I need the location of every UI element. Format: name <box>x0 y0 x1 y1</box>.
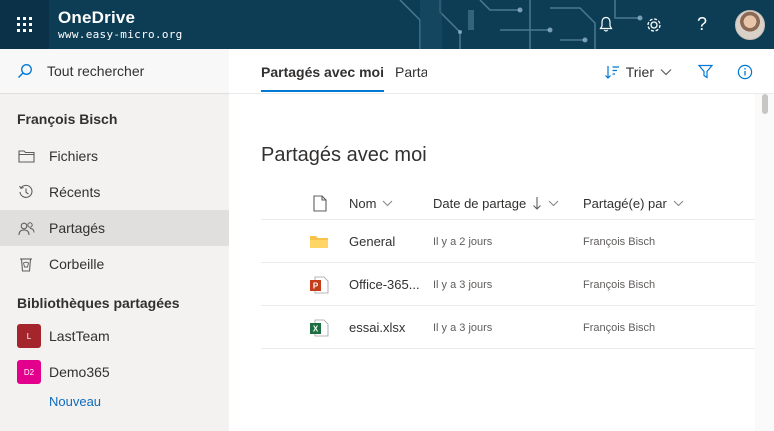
page-title: Partagés avec moi <box>261 144 427 166</box>
scrollbar-thumb[interactable] <box>762 94 768 114</box>
gear-icon <box>647 17 661 32</box>
top-icons: ? <box>582 0 774 49</box>
content-panel: Partagés avec moi Nom Date de partage Pa… <box>229 94 755 431</box>
info-icon <box>737 64 753 79</box>
sidebar-item-label: Partagés <box>49 220 106 236</box>
people-icon <box>17 221 34 235</box>
info-button[interactable] <box>734 64 756 80</box>
library-badge: D2 <box>17 360 41 384</box>
account-button[interactable] <box>726 0 774 49</box>
shared-date: Il y a 2 jours <box>433 235 493 248</box>
shared-by: François Bisch <box>583 321 656 334</box>
sidebar-item-recents[interactable]: Récents <box>0 174 229 210</box>
list-item[interactable]: P Office-365... Il y a 3 jours François … <box>261 263 755 306</box>
sort-label: Trier <box>625 63 654 80</box>
library-label: LastTeam <box>49 328 110 344</box>
new-library-link[interactable]: Nouveau <box>0 390 229 409</box>
help-button[interactable]: ? <box>678 0 726 49</box>
sort-icon <box>604 65 619 79</box>
document-icon <box>313 194 327 212</box>
help-icon: ? <box>696 14 707 34</box>
svg-text:P: P <box>313 282 319 291</box>
shared-date: Il y a 3 jours <box>433 278 493 291</box>
search-label: Tout rechercher <box>47 63 145 79</box>
chevron-down-icon <box>383 200 393 206</box>
folder-icon <box>17 150 35 163</box>
sidebar-item-partages[interactable]: Partagés <box>0 210 229 246</box>
file-name[interactable]: essai.xlsx <box>349 306 429 349</box>
sort-button[interactable]: Trier <box>604 64 672 80</box>
shared-by: François Bisch <box>583 235 656 248</box>
sidebar-item-corbeille[interactable]: Corbeille <box>0 246 229 282</box>
column-label: Nom <box>349 195 377 211</box>
top-bar: OneDrive www.easy-micro.org ? <box>0 0 774 49</box>
filter-button[interactable] <box>694 64 716 79</box>
library-demo365[interactable]: D2 Demo365 <box>0 354 229 390</box>
library-label: Demo365 <box>49 364 110 380</box>
file-type-column-header[interactable] <box>313 186 327 220</box>
list-item[interactable]: General Il y a 2 jours François Bisch <box>261 220 755 263</box>
chevron-down-icon <box>673 200 684 206</box>
svg-text:X: X <box>313 325 319 334</box>
app-launcher-button[interactable] <box>0 0 49 49</box>
list-header: Nom Date de partage Partagé(e) par <box>261 186 755 220</box>
powerpoint-icon: P <box>310 276 329 294</box>
date-column-header[interactable]: Date de partage <box>433 186 559 220</box>
list-item[interactable]: X essai.xlsx Il y a 3 jours François Bis… <box>261 306 755 349</box>
name-column-header[interactable]: Nom <box>349 186 393 220</box>
column-label: Partagé(e) par <box>583 195 667 211</box>
app-subtitle: www.easy-micro.org <box>58 28 183 41</box>
command-bar: Partagés avec moi Parta Trier <box>229 49 774 94</box>
scrollbar[interactable] <box>756 94 774 431</box>
user-name: François Bisch <box>17 111 118 127</box>
library-badge: L <box>17 324 41 348</box>
waffle-icon <box>17 17 32 32</box>
chevron-down-icon <box>660 68 672 75</box>
tab-partages-avec-moi[interactable]: Partagés avec moi <box>261 49 384 94</box>
filter-icon <box>697 64 713 79</box>
bell-icon <box>599 16 613 32</box>
arrow-down-icon <box>533 197 542 210</box>
file-name[interactable]: General <box>349 220 429 263</box>
folder-icon <box>310 236 328 248</box>
sidebar-item-label: Corbeille <box>49 256 105 272</box>
sidebar-item-fichiers[interactable]: Fichiers <box>0 138 229 174</box>
avatar <box>735 9 765 40</box>
excel-icon: X <box>310 319 329 337</box>
search-icon <box>18 64 32 78</box>
libraries-heading: Bibliothèques partagées <box>17 295 180 311</box>
column-label: Date de partage <box>433 195 527 211</box>
sidebar: Tout rechercher François Bisch Fichiers … <box>0 49 229 431</box>
history-icon <box>19 184 33 198</box>
sidebar-item-label: Récents <box>49 184 101 200</box>
sidebar-item-label: Fichiers <box>49 148 99 164</box>
main-area: Partagés avec moi Nom Date de partage Pa… <box>229 94 774 431</box>
command-actions: Trier <box>604 49 774 94</box>
app-title: OneDrive <box>58 8 136 27</box>
tab-partages-par-moi[interactable]: Parta <box>395 49 427 94</box>
search-box[interactable]: Tout rechercher <box>0 49 229 94</box>
settings-button[interactable] <box>630 0 678 49</box>
shared-date: Il y a 3 jours <box>433 321 493 334</box>
file-name[interactable]: Office-365... <box>349 263 429 306</box>
brand[interactable]: OneDrive www.easy-micro.org <box>58 9 183 42</box>
chevron-down-icon <box>548 200 559 206</box>
shared-by: François Bisch <box>583 278 656 291</box>
library-lastteam[interactable]: L LastTeam <box>0 318 229 354</box>
recycle-bin-icon <box>20 258 32 272</box>
shared-by-column-header[interactable]: Partagé(e) par <box>583 186 684 220</box>
notifications-button[interactable] <box>582 0 630 49</box>
